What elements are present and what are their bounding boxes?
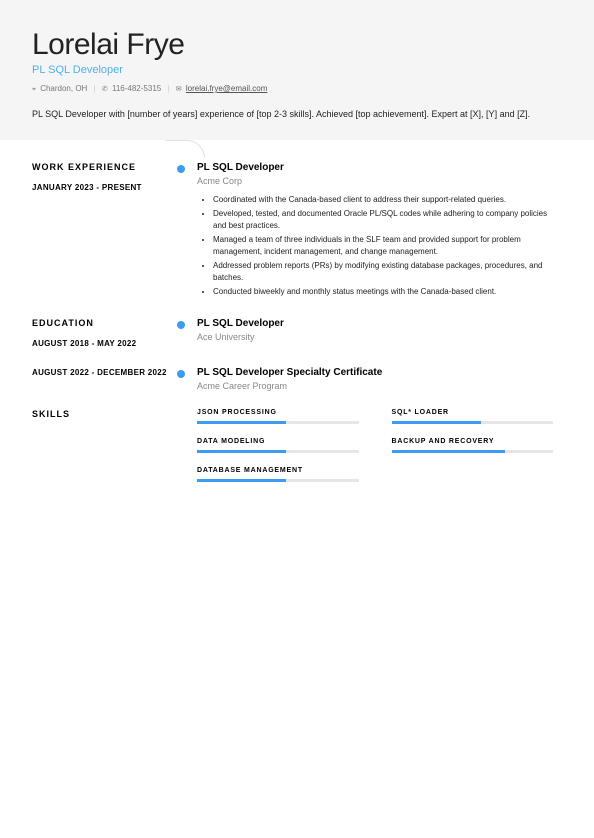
work-experience-heading: WORK EXPERIENCE (32, 162, 167, 172)
work-bullet: Conducted biweekly and monthly status me… (213, 286, 562, 298)
skill-label: DATABASE MANAGEMENT (197, 467, 368, 474)
candidate-name: Lorelai Frye (32, 28, 562, 62)
summary-text: PL SQL Developer with [number of years] … (32, 108, 562, 122)
location-icon: ⌖ (32, 86, 36, 93)
email-link[interactable]: lorelai.frye@email.com (186, 84, 267, 93)
work-title: PL SQL Developer (197, 162, 562, 173)
skill-label: JSON PROCESSING (197, 409, 368, 416)
timeline-dot (177, 370, 185, 378)
phone-icon: ✆ (102, 86, 108, 93)
email-icon: ✉ (176, 86, 182, 93)
skill-item: DATABASE MANAGEMENT (197, 467, 368, 482)
edu-daterange: AUGUST 2022 - DECEMBER 2022 (32, 367, 167, 378)
work-bullet: Developed, tested, and documented Oracle… (213, 208, 562, 232)
edu-daterange: AUGUST 2018 - MAY 2022 (32, 338, 167, 349)
candidate-title: PL SQL Developer (32, 64, 562, 76)
timeline-dot (177, 321, 185, 329)
work-daterange: JANUARY 2023 - PRESENT (32, 182, 167, 193)
skill-bar (392, 450, 554, 453)
work-bullet: Addressed problem reports (PRs) by modif… (213, 260, 562, 284)
skill-item: DATA MODELING (197, 438, 368, 453)
work-bullet: Coordinated with the Canada-based client… (213, 194, 562, 206)
skills-heading: SKILLS (32, 409, 167, 419)
resume-body: WORK EXPERIENCE JANUARY 2023 - PRESENT P… (0, 140, 594, 522)
skill-item: JSON PROCESSING (197, 409, 368, 424)
skill-item: SQL* LOADER (392, 409, 563, 424)
edu-org: Ace University (197, 332, 562, 342)
skill-label: BACKUP AND RECOVERY (392, 438, 563, 445)
education-heading: EDUCATION (32, 318, 167, 328)
skills-grid: JSON PROCESSING SQL* LOADER DATA MODELIN… (197, 409, 562, 482)
skill-bar (197, 421, 359, 424)
edu-title: PL SQL Developer Specialty Certificate (197, 367, 562, 378)
work-org: Acme Corp (197, 176, 562, 186)
contact-line: ⌖ Chardon, OH | ✆ 116-482-5315 | ✉ lorel… (32, 84, 562, 94)
skill-fill (197, 479, 286, 482)
skill-item: BACKUP AND RECOVERY (392, 438, 563, 453)
skill-fill (197, 450, 286, 453)
edu-org: Acme Career Program (197, 381, 562, 391)
location-text: Chardon, OH (40, 84, 87, 93)
work-bullet: Managed a team of three individuals in t… (213, 234, 562, 258)
divider-curve (165, 140, 205, 158)
edu-title: PL SQL Developer (197, 318, 562, 329)
skill-fill (392, 421, 481, 424)
phone-text: 116-482-5315 (112, 84, 161, 93)
skill-bar (197, 450, 359, 453)
skill-fill (392, 450, 505, 453)
skill-bar (392, 421, 554, 424)
resume-header: Lorelai Frye PL SQL Developer ⌖ Chardon,… (0, 0, 594, 140)
timeline-dot (177, 165, 185, 173)
work-bullets: Coordinated with the Canada-based client… (197, 194, 562, 298)
skill-label: SQL* LOADER (392, 409, 563, 416)
skill-fill (197, 421, 286, 424)
skill-bar (197, 479, 359, 482)
skill-label: DATA MODELING (197, 438, 368, 445)
